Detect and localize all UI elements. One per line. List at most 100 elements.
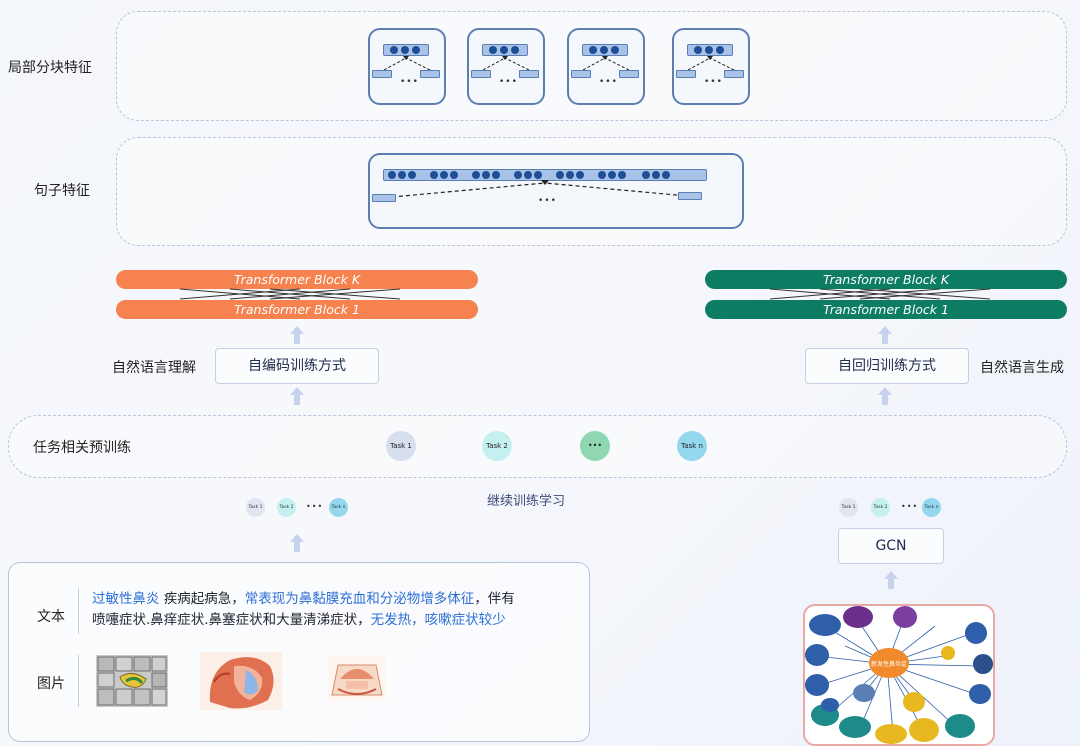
kg-node	[843, 606, 873, 628]
kg-node	[969, 684, 991, 704]
sentence-feature-box: •••	[368, 153, 744, 229]
patch-attention-lines	[383, 56, 431, 71]
kg-node	[821, 698, 839, 712]
small-task-1: Task 1	[246, 498, 265, 517]
patch-ellipsis: •••	[400, 77, 419, 87]
sentence-token-left	[372, 194, 396, 202]
token-dot	[652, 171, 660, 179]
token-dot	[566, 171, 574, 179]
patch-token-right	[519, 70, 539, 78]
small-task-2: Task 2	[277, 498, 296, 517]
task-n-node: Task n	[677, 431, 707, 461]
right-transformer-block-1: Transformer Block 1	[705, 300, 1067, 319]
knowledge-graph-icon: 新发性鼻炎症	[803, 604, 995, 746]
text-content: 过敏性鼻炎 疾病起病急，常表现为鼻黏膜充血和分泌物增多体征，伴有 喷嚏症状.鼻痒…	[92, 589, 562, 631]
token-dot	[662, 171, 670, 179]
token-dot	[598, 171, 606, 179]
kg-node	[909, 718, 939, 742]
patch-token-right	[724, 70, 744, 78]
small-task-2: Task 2	[871, 498, 890, 517]
patch-ellipsis: •••	[599, 77, 618, 87]
kg-node	[805, 674, 829, 696]
patch-attention-lines	[582, 56, 630, 71]
kg-center-node: 新发性鼻炎症	[869, 648, 909, 678]
patch-attention-lines	[482, 56, 530, 71]
kg-node	[805, 644, 829, 666]
autoencoder-method-box: 自编码训练方式	[215, 348, 379, 384]
kg-node	[965, 622, 987, 644]
up-arrow-icon	[878, 326, 892, 344]
text-line-1: 过敏性鼻炎 疾病起病急，常表现为鼻黏膜充血和分泌物增多体征，伴有	[92, 589, 562, 610]
patch-token-right	[420, 70, 440, 78]
token-dot	[450, 171, 458, 179]
sentence-attention-lines	[391, 180, 699, 198]
nlg-label: 自然语言生成	[980, 360, 1064, 376]
text-segment: ，伴有	[474, 591, 515, 607]
kg-node	[941, 646, 955, 660]
token-dot	[534, 171, 542, 179]
patch-token-left	[372, 70, 392, 78]
text-segment: 喷嚏症状.鼻痒症状.鼻塞症状和大量清涕症状，	[92, 612, 371, 628]
up-arrow-icon	[878, 387, 892, 405]
sentence-ellipsis: •••	[538, 196, 557, 206]
token-dot	[492, 171, 500, 179]
small-task-1: Task 1	[839, 498, 858, 517]
nlu-label: 自然语言理解	[112, 360, 196, 376]
token-dot	[524, 171, 532, 179]
task-pretraining-panel	[8, 415, 1067, 478]
patch-token-left	[471, 70, 491, 78]
anatomy-grid-image	[96, 655, 168, 707]
patch-token-left	[676, 70, 696, 78]
kg-node	[839, 716, 871, 738]
token-dot	[642, 171, 650, 179]
token-dot	[576, 171, 584, 179]
token-dot	[440, 171, 448, 179]
up-arrow-icon	[290, 326, 304, 344]
kg-node	[853, 684, 875, 702]
text-line-2: 喷嚏症状.鼻痒症状.鼻塞症状和大量清涕症状，无发热，咳嗽症状较少	[92, 610, 562, 631]
patch-token-left	[571, 70, 591, 78]
small-task-n: Task n	[329, 498, 348, 517]
local-feature-box: •••	[672, 28, 750, 105]
token-dot	[408, 171, 416, 179]
token-dot	[618, 171, 626, 179]
token-dot	[482, 171, 490, 179]
small-task-ellipsis: •••	[306, 502, 324, 511]
token-dot	[398, 171, 406, 179]
local-feature-box: •••	[368, 28, 446, 105]
local-feature-box: •••	[567, 28, 645, 105]
text-divider	[78, 588, 79, 634]
sinus-section-image	[328, 655, 386, 701]
kg-node	[875, 724, 907, 744]
text-row-label: 文本	[37, 609, 65, 625]
small-task-n: Task n	[922, 498, 941, 517]
local-feature-label: 局部分块特征	[8, 60, 92, 76]
gcn-box: GCN	[838, 528, 944, 564]
patch-ellipsis: •••	[499, 77, 518, 87]
continue-training-label: 继续训练学习	[487, 494, 566, 509]
up-arrow-icon	[290, 534, 304, 552]
task-1-node: Task 1	[386, 431, 416, 461]
nasal-cavity-image	[200, 652, 282, 710]
patch-attention-lines	[687, 56, 735, 71]
image-divider	[78, 655, 79, 707]
sentence-feature-label: 句子特征	[34, 183, 90, 199]
sentence-token-right	[678, 192, 702, 200]
kg-node	[893, 606, 917, 628]
local-feature-box: •••	[467, 28, 545, 105]
text-segment: 疾病起病急，	[159, 591, 245, 607]
image-row-label: 图片	[37, 676, 65, 692]
token-dot	[472, 171, 480, 179]
small-task-ellipsis: •••	[901, 502, 919, 511]
task-2-node: Task 2	[482, 431, 512, 461]
left-transformer-block-1: Transformer Block 1	[116, 300, 478, 319]
right-cross-connections	[769, 288, 991, 300]
token-dot	[430, 171, 438, 179]
autoregressive-method-box: 自回归训练方式	[805, 348, 969, 384]
token-dot	[556, 171, 564, 179]
kg-node	[809, 614, 841, 636]
token-dot	[388, 171, 396, 179]
text-segment: 常表现为鼻黏膜充血和分泌物增多体征	[244, 591, 475, 607]
text-segment: 过敏性鼻炎	[92, 591, 160, 607]
kg-node	[903, 692, 925, 712]
